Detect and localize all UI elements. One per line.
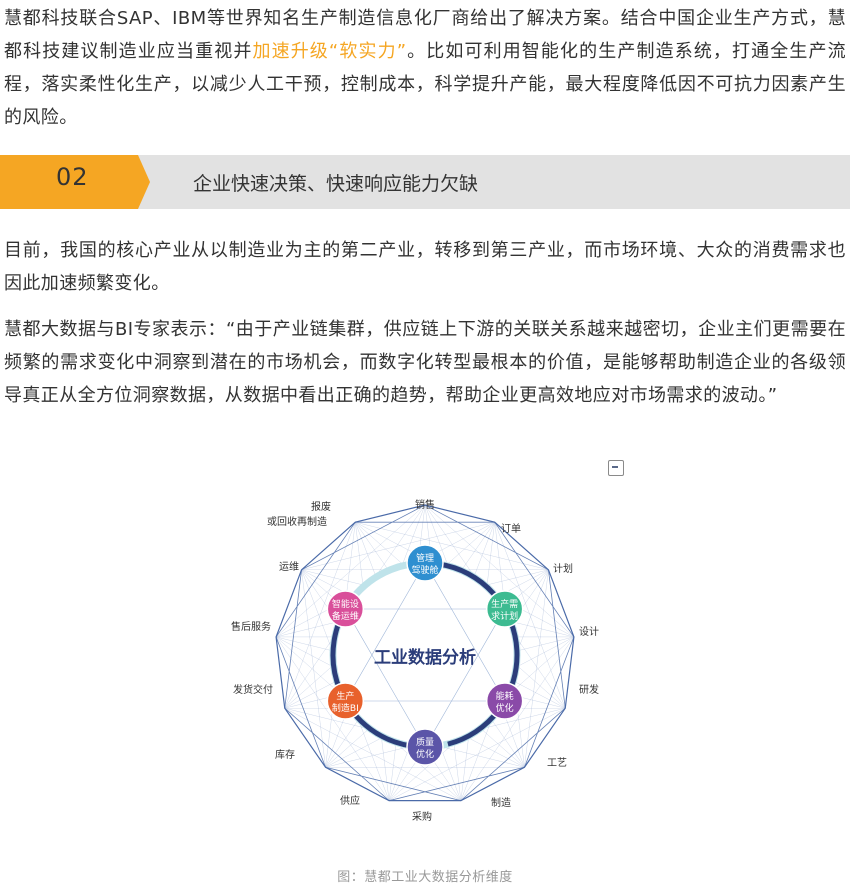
outer-label: 售后服务 bbox=[231, 620, 271, 633]
figure-caption: 图：慧都工业大数据分析维度 bbox=[337, 870, 513, 885]
outer-label: 采购 bbox=[412, 810, 432, 823]
highlight-link[interactable]: 加速升级“软实力” bbox=[252, 41, 406, 62]
inner-node-label: 优化 bbox=[496, 702, 514, 714]
outer-label: 或回收再制造 bbox=[267, 515, 327, 528]
outer-label: 销售 bbox=[415, 498, 435, 511]
inner-node-label: 管理 bbox=[416, 552, 434, 564]
outer-label: 运维 bbox=[279, 560, 299, 573]
inner-node-label: 生产 bbox=[336, 690, 354, 702]
inner-node-label: 求计划 bbox=[491, 610, 518, 622]
outer-label: 研发 bbox=[579, 683, 599, 696]
outer-label: 订单 bbox=[501, 523, 521, 535]
industrial-data-diagram: 工业数据分析 管理 驾驶舱 生产需 求计划 能耗 优化 质量 优化 生产 制造BI 智能设 备运维 销售订… bbox=[215, 480, 635, 850]
diagram-svg: 工业数据分析管理驾驶舱生产需求计划能耗优化质量优化生产制造BI智能设备运维销售订… bbox=[231, 498, 599, 823]
intro-paragraph: 慧都科技联合SAP、IBM等世界知名生产制造信息化厂商给出了解决方案。结合中国企… bbox=[4, 2, 846, 134]
section-title: 企业快速决策、快速响应能力欠缺 bbox=[193, 173, 479, 195]
inner-node-label: 生产需 bbox=[491, 598, 518, 610]
outer-label: 供应 bbox=[340, 794, 360, 807]
inner-node-label: 智能设 bbox=[332, 598, 359, 610]
outer-label: 工艺 bbox=[547, 757, 567, 769]
body-paragraph-2: 慧都大数据与BI专家表示：“由于产业链集群，供应链上下游的关联关系越来越密切，企… bbox=[4, 319, 846, 406]
body-paragraph-1: 目前，我国的核心产业从以制造业为主的第二产业，转移到第三产业，而市场环境、大众的… bbox=[4, 240, 846, 294]
section-number: 02 bbox=[56, 163, 89, 191]
outer-label: 设计 bbox=[579, 625, 599, 638]
section-number-badge: 02 bbox=[0, 155, 150, 209]
inner-node-label: 备运维 bbox=[332, 610, 359, 622]
inner-node-label: 质量 bbox=[416, 736, 434, 748]
inner-node-label: 优化 bbox=[416, 748, 434, 760]
outer-label: 报废 bbox=[311, 500, 331, 513]
web-line bbox=[301, 522, 495, 570]
inner-node-label: 驾驶舱 bbox=[411, 564, 438, 576]
outer-label: 制造 bbox=[491, 796, 511, 809]
center-title: 工业数据分析 bbox=[374, 647, 476, 668]
inner-node-label: 能耗 bbox=[496, 690, 514, 702]
outer-label: 库存 bbox=[275, 748, 295, 761]
expand-image-icon[interactable] bbox=[608, 460, 624, 476]
inner-node-label: 制造BI bbox=[332, 702, 359, 714]
outer-label: 计划 bbox=[553, 562, 573, 575]
section-header: 02 企业快速决策、快速响应能力欠缺 bbox=[0, 155, 850, 209]
outer-label: 发货交付 bbox=[233, 683, 273, 696]
